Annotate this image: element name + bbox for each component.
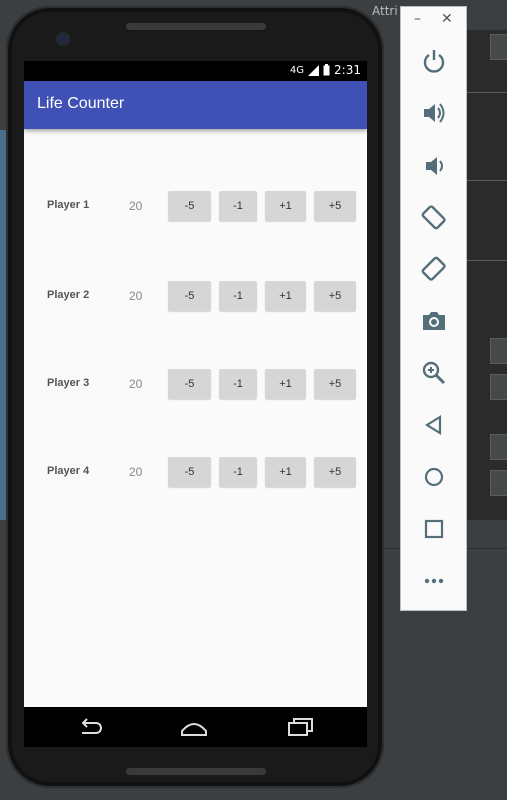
clock: 2:31 (334, 63, 361, 77)
minus-five-button[interactable]: -5 (168, 457, 211, 487)
nav-home-icon[interactable] (180, 715, 208, 739)
player-row: Player 2 20 -5 -1 +1 +5 (24, 281, 367, 311)
app-title: Life Counter (37, 95, 125, 112)
volume-down-icon[interactable] (420, 152, 448, 180)
minus-one-button[interactable]: -1 (219, 457, 257, 487)
player-name: Player 3 (47, 377, 90, 389)
attribute-field[interactable] (490, 374, 507, 400)
plus-five-button[interactable]: +5 (314, 369, 356, 399)
plus-one-button[interactable]: +1 (265, 457, 306, 487)
power-icon[interactable] (420, 47, 448, 75)
player-name: Player 2 (47, 289, 90, 301)
plus-five-button[interactable]: +5 (314, 191, 356, 221)
battery-icon (323, 64, 330, 76)
rotate-left-icon[interactable] (420, 203, 448, 231)
close-button[interactable]: ✕ (441, 11, 453, 27)
attribute-field[interactable] (490, 338, 507, 364)
home-icon[interactable] (420, 463, 448, 491)
signal-icon (308, 64, 320, 76)
life-total: 20 (129, 377, 143, 391)
emulator-title-bar: – ✕ (401, 7, 466, 35)
player-name: Player 1 (47, 199, 90, 211)
overview-icon[interactable] (420, 515, 448, 543)
zoom-icon[interactable] (420, 359, 448, 387)
minus-five-button[interactable]: -5 (168, 369, 211, 399)
nav-back-icon[interactable] (76, 715, 104, 739)
network-icon: 4G (289, 64, 305, 76)
plus-five-button[interactable]: +5 (314, 457, 356, 487)
minus-one-button[interactable]: -1 (219, 281, 257, 311)
plus-one-button[interactable]: +1 (265, 281, 306, 311)
player-row: Player 3 20 -5 -1 +1 +5 (24, 369, 367, 399)
minimize-button[interactable]: – (414, 11, 421, 27)
earpiece-speaker (126, 23, 266, 30)
ide-attributes-panel (467, 30, 507, 550)
front-camera (58, 34, 68, 44)
attribute-field[interactable] (490, 470, 507, 496)
minus-five-button[interactable]: -5 (168, 191, 211, 221)
camera-icon[interactable] (420, 307, 448, 335)
life-total: 20 (129, 289, 143, 303)
minus-one-button[interactable]: -1 (219, 369, 257, 399)
navigation-bar (24, 707, 367, 747)
nav-overview-icon[interactable] (286, 715, 314, 739)
volume-up-icon[interactable] (420, 99, 448, 127)
back-icon[interactable] (420, 411, 448, 439)
attributes-tab-label[interactable]: Attri (372, 4, 398, 18)
bottom-speaker (126, 768, 266, 775)
attribute-field[interactable] (490, 34, 507, 60)
minus-one-button[interactable]: -1 (219, 191, 257, 221)
rotate-right-icon[interactable] (420, 255, 448, 283)
life-total: 20 (129, 199, 143, 213)
status-bar: 4G 2:31 (24, 61, 367, 81)
emulator-toolbar: – ✕ (400, 6, 467, 611)
more-icon[interactable] (420, 567, 448, 595)
plus-one-button[interactable]: +1 (265, 191, 306, 221)
phone-screen: 4G 2:31 Life Counter Player 1 20 -5 -1 +… (24, 61, 367, 747)
player-row: Player 1 20 -5 -1 +1 +5 (24, 191, 367, 221)
player-row: Player 4 20 -5 -1 +1 +5 (24, 457, 367, 487)
life-total: 20 (129, 465, 143, 479)
plus-five-button[interactable]: +5 (314, 281, 356, 311)
plus-one-button[interactable]: +1 (265, 369, 306, 399)
player-name: Player 4 (47, 465, 90, 477)
app-bar: Life Counter (24, 81, 367, 129)
minus-five-button[interactable]: -5 (168, 281, 211, 311)
attribute-field[interactable] (490, 434, 507, 460)
